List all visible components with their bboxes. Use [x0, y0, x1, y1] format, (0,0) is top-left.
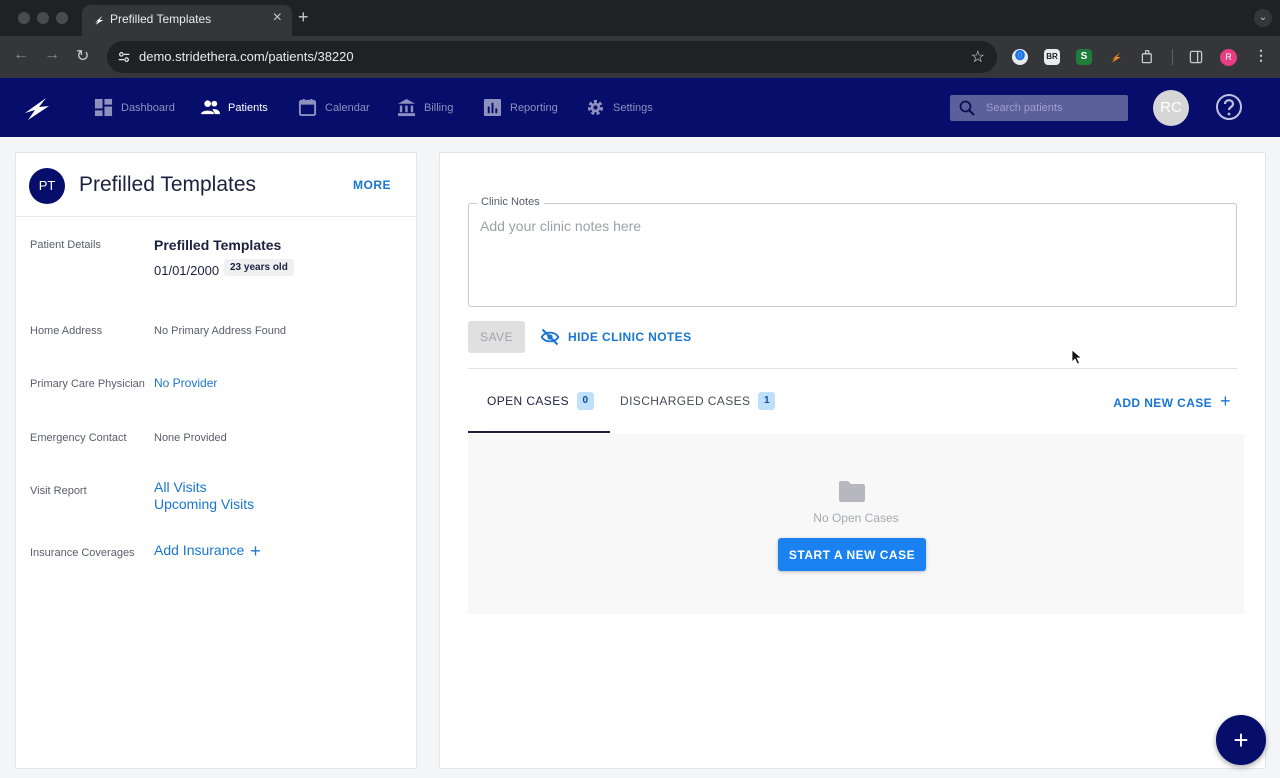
plus-icon: +: [1220, 391, 1231, 411]
all-visits-link[interactable]: All Visits: [154, 479, 207, 495]
age-badge: 23 years old: [224, 259, 294, 276]
back-icon[interactable]: ←: [13, 46, 29, 64]
nav-label-calendar: Calendar: [325, 101, 370, 114]
upcoming-visits-link[interactable]: Upcoming Visits: [154, 496, 254, 512]
browser-tab-bar: Prefilled Templates × + ⌄: [0, 0, 1280, 36]
save-button[interactable]: SAVE: [468, 321, 525, 353]
mouse-cursor-icon: [1071, 349, 1083, 365]
nav-settings[interactable]: Settings: [586, 78, 653, 137]
nav-label-dashboard: Dashboard: [121, 101, 175, 114]
new-tab-button[interactable]: +: [298, 7, 309, 28]
nav-label-reporting: Reporting: [510, 101, 558, 114]
nav-calendar[interactable]: Calendar: [298, 78, 370, 137]
reload-icon[interactable]: ↻: [76, 46, 89, 66]
insurance-label: Insurance Coverages: [30, 547, 135, 559]
eye-off-icon: [540, 328, 560, 346]
calendar-icon: [298, 98, 317, 117]
nav-billing[interactable]: Billing: [397, 78, 453, 137]
address-bar[interactable]: demo.stridethera.com/patients/38220 ☆: [107, 41, 997, 73]
patient-name-heading: Prefilled Templates: [79, 173, 257, 196]
nav-reporting[interactable]: Reporting: [483, 78, 558, 137]
pcp-link[interactable]: No Provider: [154, 376, 217, 390]
more-button[interactable]: MORE: [353, 178, 391, 192]
nav-label-settings: Settings: [613, 101, 653, 114]
user-avatar[interactable]: RC: [1153, 90, 1189, 126]
profile-avatar[interactable]: R: [1220, 49, 1237, 66]
open-cases-count: 0: [577, 392, 595, 410]
tab-open-cases[interactable]: OPEN CASES 0: [487, 369, 595, 433]
floating-add-button[interactable]: +: [1216, 715, 1266, 765]
tab-discharged-cases[interactable]: DISCHARGED CASES 1: [620, 369, 776, 433]
discharged-cases-label: DISCHARGED CASES: [620, 394, 751, 408]
stride-favicon-icon: [94, 15, 104, 25]
bookmark-star-icon[interactable]: ☆: [971, 47, 985, 67]
home-address-value: No Primary Address Found: [154, 325, 287, 337]
url-text: demo.stridethera.com/patients/38220: [139, 49, 354, 64]
tab-search-icon[interactable]: ⌄: [1254, 9, 1272, 27]
clinic-notes-textarea[interactable]: [480, 218, 1220, 298]
patient-details-label: Patient Details: [30, 239, 101, 251]
toolbar-separator: [1172, 49, 1173, 65]
add-new-case-label: ADD NEW CASE: [1113, 395, 1213, 410]
help-icon[interactable]: [1215, 93, 1243, 121]
br-extension-icon[interactable]: BR: [1044, 49, 1060, 65]
patient-dob: 01/01/2000: [154, 263, 220, 278]
gear-icon: [587, 99, 604, 116]
dashboard-icon: [94, 98, 113, 117]
hide-clinic-notes-label: HIDE CLINIC NOTES: [568, 330, 692, 344]
patient-summary-card: PT Prefilled Templates MORE Patient Deta…: [15, 152, 417, 769]
home-address-label: Home Address: [30, 325, 103, 337]
nav-label-patients: Patients: [228, 101, 268, 114]
bank-icon: [397, 98, 416, 117]
s-extension-icon[interactable]: S: [1076, 49, 1092, 65]
search-input[interactable]: [986, 99, 1122, 117]
start-new-case-button[interactable]: START A NEW CASE: [778, 538, 926, 571]
bar-chart-icon: [483, 98, 502, 117]
nav-label-billing: Billing: [424, 101, 454, 114]
side-panel-icon[interactable]: [1188, 49, 1204, 65]
browser-menu-icon[interactable]: ⋮: [1254, 47, 1268, 64]
nav-patients[interactable]: Patients: [201, 78, 268, 137]
tab-title: Prefilled Templates: [110, 12, 212, 26]
add-insurance-button[interactable]: Add Insurance +: [154, 541, 261, 562]
patient-details-name: Prefilled Templates: [154, 237, 282, 253]
add-new-case-button[interactable]: ADD NEW CASE +: [1113, 391, 1231, 412]
stride-extension-icon[interactable]: [1108, 49, 1124, 65]
nav-dashboard[interactable]: Dashboard: [94, 78, 175, 137]
discharged-cases-count: 1: [758, 392, 776, 410]
stride-logo-icon[interactable]: [22, 93, 52, 123]
search-icon: [959, 100, 975, 116]
forward-icon[interactable]: →: [44, 46, 60, 64]
cases-tabs: OPEN CASES 0 DISCHARGED CASES 1 ADD NEW …: [468, 369, 1237, 433]
hide-clinic-notes-button[interactable]: HIDE CLINIC NOTES: [540, 327, 691, 347]
patient-avatar: PT: [29, 168, 65, 204]
plus-icon: +: [250, 541, 261, 561]
visit-report-label: Visit Report: [30, 485, 87, 497]
open-cases-label: OPEN CASES: [487, 394, 570, 408]
window-minimize-dot[interactable]: [37, 12, 49, 24]
empty-state-text: No Open Cases: [813, 511, 899, 525]
clinic-notes-field[interactable]: Clinic Notes: [468, 196, 1237, 307]
pcp-label: Primary Care Physician: [30, 378, 145, 390]
add-insurance-label: Add Insurance: [154, 542, 245, 558]
card-divider: [16, 216, 416, 217]
emergency-contact-label: Emergency Contact: [30, 432, 127, 444]
browser-toolbar: ← → ↻ demo.stridethera.com/patients/3822…: [0, 36, 1280, 78]
window-maximize-dot[interactable]: [56, 12, 68, 24]
folder-icon: [839, 481, 865, 502]
case-main-card: Clinic Notes SAVE HIDE CLINIC NOTES OPEN…: [439, 152, 1266, 769]
tab-close-icon[interactable]: ×: [273, 9, 282, 27]
active-tab-indicator: [468, 431, 610, 433]
emergency-contact-value: None Provided: [154, 432, 227, 444]
puzzle-icon[interactable]: [1140, 49, 1156, 65]
clinic-notes-legend: Clinic Notes: [477, 196, 544, 208]
window-close-dot[interactable]: [18, 12, 30, 24]
people-icon: [201, 100, 220, 115]
site-settings-icon[interactable]: [117, 50, 131, 64]
app-header: Dashboard Patients Calendar Billing Repo…: [0, 78, 1280, 137]
patient-search[interactable]: [950, 95, 1128, 121]
1password-icon[interactable]: ⓿: [1012, 49, 1028, 65]
open-cases-empty-state: No Open Cases START A NEW CASE: [468, 434, 1244, 614]
browser-tab[interactable]: Prefilled Templates ×: [82, 5, 292, 36]
